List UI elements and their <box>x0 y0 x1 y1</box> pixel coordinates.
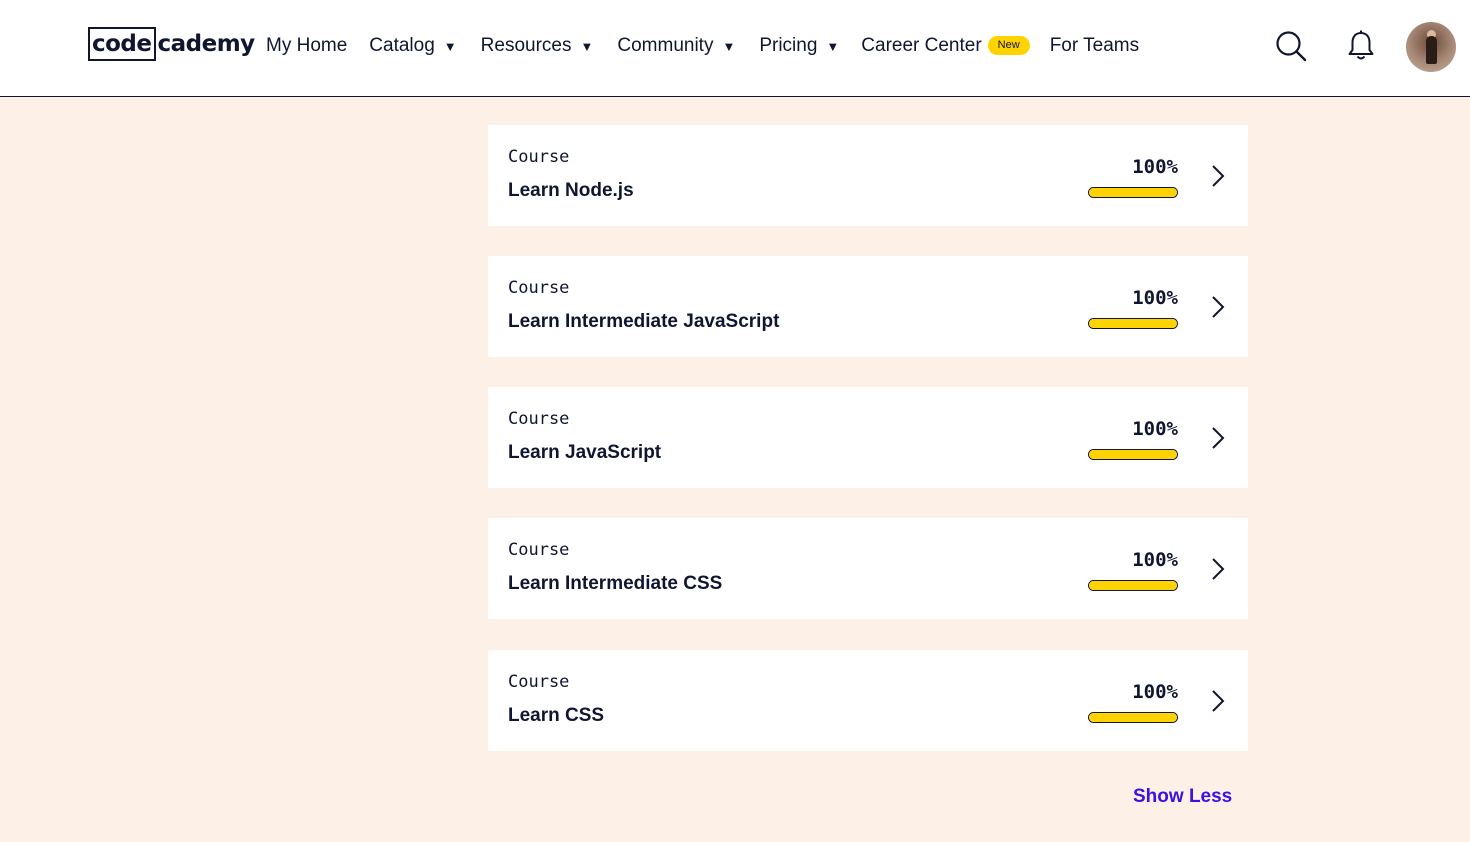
course-progress-bar <box>1088 580 1178 591</box>
caret-down-icon: ▼ <box>580 38 594 54</box>
show-less-button[interactable]: Show Less <box>1133 786 1232 808</box>
course-kind-label: Course <box>508 540 570 560</box>
course-title: Learn CSS <box>508 705 605 726</box>
course-kind-label: Course <box>508 147 570 167</box>
progress-bar-fill <box>1089 319 1177 328</box>
chevron-right-icon[interactable] <box>1210 163 1226 194</box>
logo-box-text: code <box>88 27 156 61</box>
course-progress-bar <box>1088 187 1178 198</box>
logo-rest-text: cademy <box>157 31 256 57</box>
course-card-learn-nodejs[interactable]: Course Learn Node.js 100% <box>488 125 1248 226</box>
caret-down-icon: ▼ <box>722 38 736 54</box>
nav-pricing[interactable]: Pricing ▼ <box>759 35 839 57</box>
nav-resources-label: Resources <box>480 35 572 56</box>
course-title: Learn Node.js <box>508 180 634 201</box>
nav-catalog-label: Catalog <box>369 35 435 56</box>
progress-bar-fill <box>1089 581 1177 590</box>
avatar-photo-figure <box>1426 36 1437 64</box>
nav-my-home-label: My Home <box>266 35 348 56</box>
nav-career-center-label: Career Center <box>861 35 982 56</box>
course-progress-bar <box>1088 449 1178 460</box>
chevron-right-icon[interactable] <box>1210 294 1226 325</box>
course-title: Learn Intermediate CSS <box>508 573 723 594</box>
nav-career-center[interactable]: Career Center New <box>861 35 1030 57</box>
course-title: Learn Intermediate JavaScript <box>508 311 780 332</box>
course-kind-label: Course <box>508 409 570 429</box>
course-card-learn-intermediate-css[interactable]: Course Learn Intermediate CSS 100% <box>488 518 1248 619</box>
course-card-learn-intermediate-javascript[interactable]: Course Learn Intermediate JavaScript 100… <box>488 256 1248 357</box>
search-icon[interactable] <box>1275 30 1307 67</box>
new-badge: New <box>987 35 1030 55</box>
chevron-right-icon[interactable] <box>1210 556 1226 587</box>
nav-my-home[interactable]: My Home <box>266 35 347 57</box>
nav-community[interactable]: Community ▼ <box>617 35 735 57</box>
nav-pricing-label: Pricing <box>759 35 818 56</box>
course-progress-percent: 100% <box>1132 681 1178 703</box>
course-card-learn-javascript[interactable]: Course Learn JavaScript 100% <box>488 387 1248 488</box>
nav-for-teams[interactable]: For Teams <box>1050 35 1139 57</box>
chevron-right-icon[interactable] <box>1210 425 1226 456</box>
caret-down-icon: ▼ <box>826 38 840 54</box>
nav-catalog[interactable]: Catalog ▼ <box>369 35 456 57</box>
nav-resources[interactable]: Resources ▼ <box>481 35 594 57</box>
bell-icon[interactable] <box>1347 30 1375 67</box>
chevron-right-icon[interactable] <box>1210 688 1226 719</box>
course-progress-percent: 100% <box>1132 549 1178 571</box>
course-title: Learn JavaScript <box>508 442 662 463</box>
codecademy-logo[interactable]: code cademy <box>88 27 255 61</box>
course-kind-label: Course <box>508 278 570 298</box>
progress-bar-fill <box>1089 188 1177 197</box>
course-progress-percent: 100% <box>1132 156 1178 178</box>
course-progress-bar <box>1088 318 1178 329</box>
course-progress-percent: 100% <box>1132 418 1178 440</box>
nav-community-label: Community <box>617 35 714 56</box>
course-kind-label: Course <box>508 672 570 692</box>
nav-for-teams-label: For Teams <box>1049 35 1140 56</box>
progress-bar-fill <box>1089 713 1177 722</box>
user-avatar[interactable] <box>1406 22 1456 72</box>
course-progress-bar <box>1088 712 1178 723</box>
top-nav-bar: code cademy My Home Catalog ▼ Resources ▼… <box>0 0 1470 97</box>
main-nav: My Home Catalog ▼ Resources ▼ Community … <box>266 0 1139 92</box>
caret-down-icon: ▼ <box>443 38 457 54</box>
course-card-learn-css[interactable]: Course Learn CSS 100% <box>488 650 1248 751</box>
course-progress-percent: 100% <box>1132 287 1178 309</box>
progress-bar-fill <box>1089 450 1177 459</box>
